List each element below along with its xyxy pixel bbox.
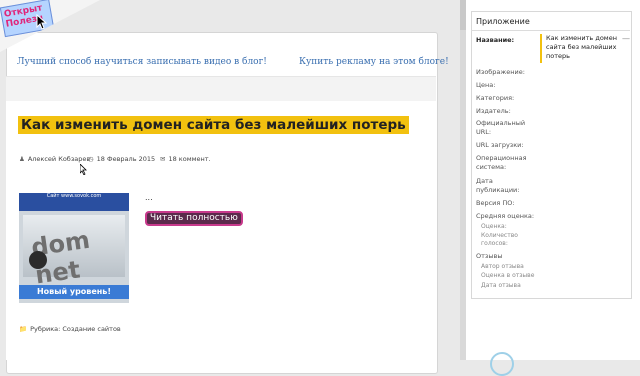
panel-title: Приложение — [476, 17, 530, 26]
field-reviews: Отзывы — [476, 252, 503, 260]
promo-link-video[interactable]: Лучший способ научиться записывать видео… — [17, 57, 267, 67]
pointer-cursor-icon — [36, 14, 48, 30]
sub-review-date: Дата отзыва — [481, 282, 521, 289]
post-author[interactable]: ♟ Алексей Кобзарев — [19, 155, 90, 163]
sub-review-author: Автор отзыва — [481, 263, 524, 270]
field-os: Операционная система: — [476, 154, 527, 171]
sub-votes: Количество голосов: — [481, 232, 518, 247]
collapse-icon[interactable]: — — [622, 34, 630, 43]
section-separator — [6, 77, 436, 101]
folder-icon: 📁 — [19, 325, 28, 333]
name-label: Название: — [476, 36, 515, 44]
field-publisher: Издатель: — [476, 107, 511, 115]
field-official-url: Официальный URL: — [476, 119, 526, 136]
promo-link-ads[interactable]: Купить рекламу на этом блоге! — [299, 57, 449, 67]
comments-count: 18 коммент. — [168, 155, 211, 163]
eight-ball-icon — [29, 251, 47, 269]
post-category[interactable]: 📁 Рубрика: Создание сайтов — [19, 325, 121, 333]
sub-review-rating: Оценка в отзыве — [481, 272, 535, 279]
field-price: Цена: — [476, 81, 496, 89]
panel-divider — [471, 30, 630, 31]
thumbnail-caption-top: Сайт www.sovok.com — [19, 193, 129, 211]
name-value: Как изменить домен сайта без малейших по… — [540, 34, 620, 63]
comments-icon: ✉ — [160, 155, 166, 163]
loading-spinner-icon — [490, 352, 514, 376]
post-title[interactable]: Как изменить домен сайта без малейших по… — [18, 116, 409, 134]
post-thumbnail[interactable]: Сайт www.sovok.com dom net Новый уровень… — [19, 193, 129, 303]
clock-icon: ◷ — [88, 155, 94, 163]
post-excerpt: ... — [145, 193, 153, 202]
field-avg-rating: Средняя оценка: — [476, 212, 535, 220]
field-version: Версия ПО: — [476, 199, 515, 207]
field-image: Изображение: — [476, 68, 525, 76]
author-name: Алексей Кобзарев — [27, 155, 91, 163]
read-more-button[interactable]: Читать полностью — [145, 211, 243, 226]
date-text: 18 Февраль 2015 — [96, 155, 156, 163]
field-publish-date: Дата публикации: — [476, 177, 520, 194]
category-text: Рубрика: Создание сайтов — [30, 325, 121, 333]
sub-rating: Оценка: — [481, 223, 507, 230]
post-date: ◷ 18 Февраль 2015 — [88, 155, 155, 163]
post-comments[interactable]: ✉ 18 коммент. — [160, 155, 211, 163]
field-category: Категория: — [476, 94, 515, 102]
thumbnail-caption-bottom: Новый уровень! — [19, 285, 129, 299]
field-download-url: URL загрузки: — [476, 141, 524, 149]
mouse-cursor-icon — [80, 164, 87, 175]
user-icon: ♟ — [19, 155, 25, 163]
